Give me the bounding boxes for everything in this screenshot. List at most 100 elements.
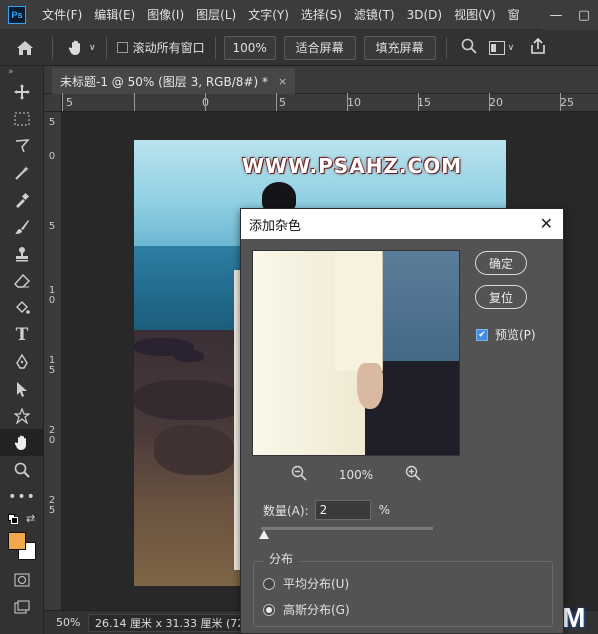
reset-button[interactable]: 复位 [475, 285, 527, 309]
magic-wand-tool-icon[interactable] [0, 159, 44, 186]
screen-mode-icon[interactable] [0, 593, 44, 620]
menu-image[interactable]: 图像(I) [141, 6, 190, 23]
hand-tool-preset-icon[interactable]: ∨ [67, 39, 96, 57]
amount-slider-track[interactable] [261, 527, 433, 530]
document-tab-title: 未标题-1 @ 50% (图层 3, RGB/8#) * [60, 74, 268, 89]
home-icon[interactable] [8, 40, 42, 56]
separator [52, 36, 53, 59]
chevron-down-icon[interactable]: ∨ [89, 43, 96, 53]
menu-3d[interactable]: 3D(D) [401, 8, 448, 22]
menu-file[interactable]: 文件(F) [36, 6, 88, 23]
color-swatches[interactable] [0, 532, 43, 566]
ruler-label: 1 0 [48, 285, 56, 306]
preview-hand [357, 363, 383, 409]
gaussian-label: 高斯分布(G) [283, 603, 350, 617]
ruler-label: 0 [48, 151, 56, 162]
foreground-color-swatch[interactable] [8, 532, 26, 550]
ruler-tick [489, 93, 490, 111]
brush-tool-icon[interactable] [0, 213, 44, 240]
document-size-info[interactable]: 26.14 厘米 x 31.33 厘米 (72 [88, 613, 248, 632]
preview-checkbox[interactable]: ✔ [476, 328, 488, 341]
chevron-down-icon[interactable]: ∨ [508, 43, 515, 53]
menu-window[interactable]: 窗 [502, 6, 526, 23]
ruler-label: 5 [66, 96, 73, 109]
separator [445, 36, 447, 59]
dialog-titlebar[interactable]: 添加杂色 ✕ [241, 209, 563, 239]
distribution-label: 分布 [263, 550, 300, 567]
uniform-radio[interactable] [263, 577, 275, 590]
maximize-button[interactable]: ▢ [570, 8, 598, 23]
swap-colors-icon[interactable]: ⇄ [26, 512, 35, 525]
share-icon[interactable] [530, 37, 546, 57]
fill-screen-button[interactable]: 填充屏幕 [363, 35, 436, 60]
eraser-tool-icon[interactable] [0, 267, 44, 294]
move-tool-icon[interactable] [0, 78, 44, 105]
vertical-ruler[interactable]: 5 0 5 1 0 1 5 2 0 2 5 [44, 112, 62, 610]
zoom-level[interactable]: 50% [44, 616, 88, 629]
menu-bar: Ps 文件(F) 编辑(E) 图像(I) 图层(L) 文字(Y) 选择(S) 滤… [0, 0, 598, 30]
zoom-in-icon[interactable] [405, 465, 421, 484]
hand-tool-icon[interactable] [0, 429, 44, 456]
preview-zoom-controls: 100% [291, 465, 421, 484]
preview-zoom-value: 100% [338, 467, 374, 482]
paint-bucket-tool-icon[interactable] [0, 294, 44, 321]
preview-sleeve [335, 251, 383, 371]
collapse-panel-icon[interactable]: » [0, 66, 43, 78]
menu-edit[interactable]: 编辑(E) [88, 6, 141, 23]
menu-view[interactable]: 视图(V) [448, 6, 502, 23]
fit-screen-button[interactable]: 适合屏幕 [283, 35, 356, 60]
ruler-tick [347, 93, 348, 111]
lasso-tool-icon[interactable] [0, 132, 44, 159]
scroll-all-checkbox[interactable] [116, 42, 128, 53]
tools-panel: » T ••• ⇄ [0, 66, 44, 634]
ruler-label: 20 [489, 96, 503, 109]
menu-type[interactable]: 文字(Y) [242, 6, 295, 23]
path-selection-tool-icon[interactable] [0, 375, 44, 402]
workspace-icon[interactable]: ∨ [488, 40, 515, 55]
scroll-all-windows-option[interactable]: 滚动所有窗口 [116, 39, 205, 56]
add-noise-dialog: 添加杂色 ✕ 确定 复位 ✔ 预览(P) 100% 数量(A): % 分布 平均… [240, 208, 564, 634]
horizontal-ruler[interactable]: 5 0 5 10 15 20 25 30 [62, 93, 598, 112]
more-tools-icon[interactable]: ••• [0, 483, 44, 510]
uniform-option[interactable]: 平均分布(U) [263, 575, 349, 592]
amount-label: 数量(A): [263, 503, 309, 518]
ruler-label: 5 [279, 96, 286, 109]
amount-input[interactable] [314, 500, 371, 520]
window-controls: — ▢ [542, 0, 598, 30]
text-tool-icon[interactable]: T [0, 321, 44, 348]
ruler-tick [134, 93, 135, 111]
amount-row: 数量(A): % [263, 500, 390, 520]
image-watermark: WWW.PSAHZ.COM [242, 154, 463, 178]
zoom-out-icon[interactable] [291, 465, 307, 484]
separator [105, 36, 107, 59]
ruler-label: 10 [347, 96, 361, 109]
zoom-tool-icon[interactable] [0, 456, 44, 483]
pen-tool-icon[interactable] [0, 348, 44, 375]
zoom-percent-button[interactable]: 100% [223, 35, 276, 60]
minimize-button[interactable]: — [542, 8, 570, 23]
default-colors-icon[interactable]: ⇄ [0, 510, 43, 532]
stamp-tool-icon[interactable] [0, 240, 44, 267]
close-tab-icon[interactable]: × [278, 75, 287, 88]
ruler-tick [276, 93, 277, 111]
marquee-tool-icon[interactable] [0, 105, 44, 132]
menu-filter[interactable]: 滤镜(T) [348, 6, 401, 23]
search-icon[interactable] [461, 38, 477, 57]
ruler-label: 15 [417, 96, 431, 109]
amount-slider-thumb[interactable] [259, 530, 270, 539]
document-tab[interactable]: 未标题-1 @ 50% (图层 3, RGB/8#) * × [52, 68, 296, 94]
close-icon[interactable]: ✕ [540, 214, 553, 233]
quick-mask-icon[interactable] [0, 566, 44, 593]
preview-option[interactable]: ✔ 预览(P) [476, 326, 536, 343]
menu-select[interactable]: 选择(S) [295, 6, 348, 23]
custom-shape-tool-icon[interactable] [0, 402, 44, 429]
options-bar: ∨ 滚动所有窗口 100% 适合屏幕 填充屏幕 ∨ [0, 30, 598, 66]
ok-button[interactable]: 确定 [475, 251, 527, 275]
photoshop-logo: Ps [8, 5, 26, 24]
eyedropper-tool-icon[interactable] [0, 186, 44, 213]
ruler-origin[interactable] [44, 94, 62, 112]
gaussian-option[interactable]: 高斯分布(G) [263, 601, 350, 618]
gaussian-radio[interactable] [263, 603, 275, 616]
filter-preview[interactable] [252, 250, 460, 456]
menu-layer[interactable]: 图层(L) [190, 6, 242, 23]
